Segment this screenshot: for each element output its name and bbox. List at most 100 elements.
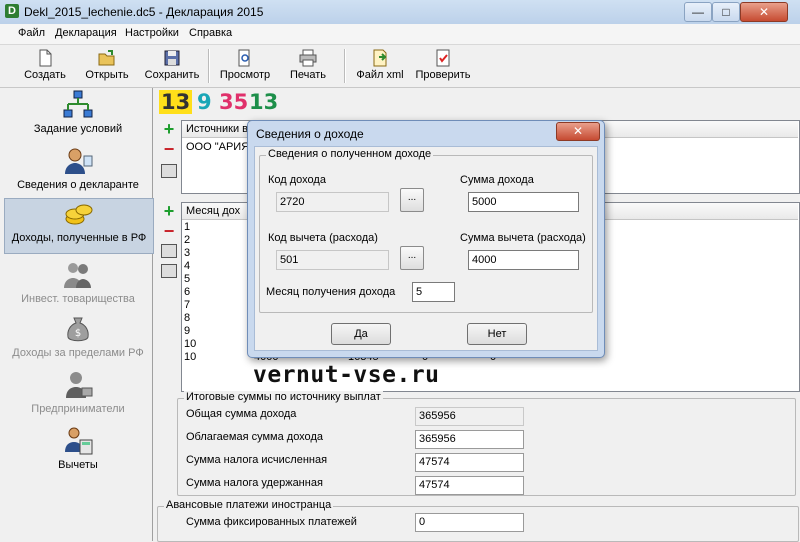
xml-file-button[interactable]: Файл xml bbox=[354, 47, 406, 85]
sidebar-item-entrepreneurs[interactable]: Предприниматели bbox=[4, 370, 152, 420]
income-sum-label: Сумма дохода bbox=[460, 174, 534, 186]
table-row[interactable]: 1 bbox=[184, 221, 190, 233]
window-title: Dekl_2015_lechenie.dc5 - Декларация 2015 bbox=[24, 5, 264, 19]
totals-group: Итоговые суммы по источнику выплат Общая… bbox=[177, 391, 796, 496]
edit-source-icon[interactable] bbox=[161, 164, 177, 178]
dialog-title: Сведения о доходе bbox=[256, 127, 364, 141]
counter-green: 13 bbox=[249, 90, 279, 114]
tax-withheld-field[interactable]: 47574 bbox=[415, 476, 524, 495]
income-sum-field[interactable]: 5000 bbox=[468, 192, 579, 212]
open-button[interactable]: Открыть bbox=[82, 47, 132, 85]
toolbar-separator bbox=[208, 49, 210, 83]
xml-export-icon bbox=[373, 49, 387, 67]
check-button[interactable]: Проверить bbox=[412, 47, 474, 85]
person-icon bbox=[65, 148, 93, 174]
sidebar: Задание условий Сведения о декларанте До… bbox=[4, 88, 154, 541]
menu-settings[interactable]: Настройки bbox=[125, 27, 179, 39]
total-income-label: Общая сумма дохода bbox=[186, 408, 297, 420]
new-document-icon bbox=[39, 49, 52, 67]
menu-help[interactable]: Справка bbox=[189, 27, 232, 39]
preview-button[interactable]: Просмотр bbox=[216, 47, 274, 85]
table-row[interactable]: 5 bbox=[184, 273, 190, 285]
sidebar-item-conditions[interactable]: Задание условий bbox=[4, 90, 152, 142]
dialog-close-button[interactable]: ✕ bbox=[556, 122, 600, 141]
deduction-sum-field[interactable]: 4000 bbox=[468, 250, 579, 270]
sidebar-item-income-abroad[interactable]: $ Доходы за пределами РФ bbox=[4, 314, 152, 364]
copy-month-icon[interactable] bbox=[161, 264, 177, 278]
add-source-plus-icon[interactable]: + bbox=[161, 120, 177, 138]
remove-source-minus-icon[interactable]: − bbox=[161, 140, 177, 158]
table-row[interactable]: 4 bbox=[184, 260, 190, 272]
table-row[interactable]: 9 bbox=[184, 325, 190, 337]
maximize-button[interactable]: □ bbox=[712, 2, 740, 22]
totals-legend: Итоговые суммы по источнику выплат bbox=[184, 391, 383, 403]
tax-calculated-field[interactable]: 47574 bbox=[415, 453, 524, 472]
advance-payments-group: Авансовые платежи иностранца Сумма фикси… bbox=[157, 499, 799, 542]
dialog-body: Сведения о полученном доходе Код дохода … bbox=[254, 146, 598, 351]
month-received-field[interactable]: 5 bbox=[412, 282, 455, 302]
add-month-plus-icon[interactable]: + bbox=[161, 202, 177, 220]
entrepreneur-icon bbox=[66, 372, 93, 398]
menu-bar: Файл Декларация Настройки Справка bbox=[0, 24, 800, 45]
remove-month-minus-icon[interactable]: − bbox=[161, 222, 177, 240]
deduction-code-label: Код вычета (расхода) bbox=[268, 232, 378, 244]
close-button[interactable]: ✕ bbox=[740, 2, 788, 22]
fixed-payments-label: Сумма фиксированных платежей bbox=[186, 516, 357, 528]
no-button[interactable]: Нет bbox=[467, 323, 527, 345]
menu-declaration[interactable]: Декларация bbox=[55, 27, 117, 39]
watermark: vernut-vse.ru bbox=[253, 362, 440, 388]
total-income-field: 365956 bbox=[415, 407, 524, 426]
conditions-icon bbox=[63, 90, 93, 118]
app-icon: D bbox=[5, 4, 19, 18]
advance-legend: Авансовые платежи иностранца bbox=[164, 499, 334, 511]
investors-icon bbox=[64, 263, 91, 288]
create-button[interactable]: Создать bbox=[20, 47, 70, 85]
table-row[interactable]: 10 bbox=[184, 338, 196, 350]
open-folder-icon bbox=[98, 50, 115, 66]
money-bag-icon: $ bbox=[67, 317, 89, 342]
toolbar: Создать Открыть Сохранить Просмотр Печат… bbox=[0, 45, 800, 88]
menu-file[interactable]: Файл bbox=[18, 27, 45, 39]
income-dialog: Сведения о доходе ✕ Сведения о полученно… bbox=[247, 120, 605, 358]
table-row[interactable]: 2 bbox=[184, 234, 190, 246]
deduction-code-browse-button[interactable]: ... bbox=[400, 246, 424, 270]
income-code-browse-button[interactable]: ... bbox=[400, 188, 424, 212]
taxable-income-label: Облагаемая сумма дохода bbox=[186, 431, 323, 443]
income-info-legend: Сведения о полученном доходе bbox=[266, 148, 434, 160]
table-row[interactable]: 7 bbox=[184, 299, 190, 311]
floppy-disk-icon bbox=[164, 50, 180, 66]
list-item[interactable]: ООО "АРИЯ" bbox=[186, 141, 253, 153]
sidebar-item-declarant[interactable]: Сведения о декларанте bbox=[4, 146, 152, 198]
print-button[interactable]: Печать bbox=[284, 47, 332, 85]
sidebar-item-income-rf[interactable]: Доходы, полученные в РФ bbox=[4, 198, 154, 254]
counter-yellow: 13 bbox=[159, 90, 193, 114]
income-code-field[interactable]: 2720 bbox=[276, 192, 389, 212]
edit-month-icon[interactable] bbox=[161, 244, 177, 258]
taxable-income-field[interactable]: 365956 bbox=[415, 430, 524, 449]
coins-icon bbox=[65, 204, 93, 225]
preview-icon bbox=[238, 49, 250, 67]
save-button[interactable]: Сохранить bbox=[142, 47, 202, 85]
tax-calculated-label: Сумма налога исчисленная bbox=[186, 454, 328, 466]
table-row[interactable]: 3 bbox=[184, 247, 190, 259]
table-row[interactable]: 8 bbox=[184, 312, 190, 324]
checkmark-document-icon bbox=[436, 49, 450, 67]
table-row[interactable]: 10 bbox=[184, 351, 196, 363]
printer-icon bbox=[299, 49, 317, 67]
deduction-code-field[interactable]: 501 bbox=[276, 250, 389, 270]
minimize-button[interactable]: — bbox=[684, 2, 712, 22]
title-bar: D Dekl_2015_lechenie.dc5 - Декларация 20… bbox=[0, 0, 800, 25]
counter-red: 35 bbox=[219, 90, 249, 114]
sidebar-item-invest[interactable]: Инвест. товарищества bbox=[4, 260, 152, 310]
fixed-payments-field[interactable]: 0 bbox=[415, 513, 524, 532]
sidebar-item-deductions[interactable]: Вычеты bbox=[4, 426, 152, 478]
income-info-group: Сведения о полученном доходе Код дохода … bbox=[259, 148, 593, 313]
income-code-label: Код дохода bbox=[268, 174, 326, 186]
deduction-sum-label: Сумма вычета (расхода) bbox=[460, 232, 586, 244]
svg-text:$: $ bbox=[75, 328, 81, 339]
month-received-label: Месяц получения дохода bbox=[266, 286, 396, 298]
yes-button[interactable]: Да bbox=[331, 323, 391, 345]
table-row[interactable]: 6 bbox=[184, 286, 190, 298]
tax-withheld-label: Сумма налога удержанная bbox=[186, 477, 323, 489]
counter-cyan: 9 bbox=[197, 90, 212, 114]
